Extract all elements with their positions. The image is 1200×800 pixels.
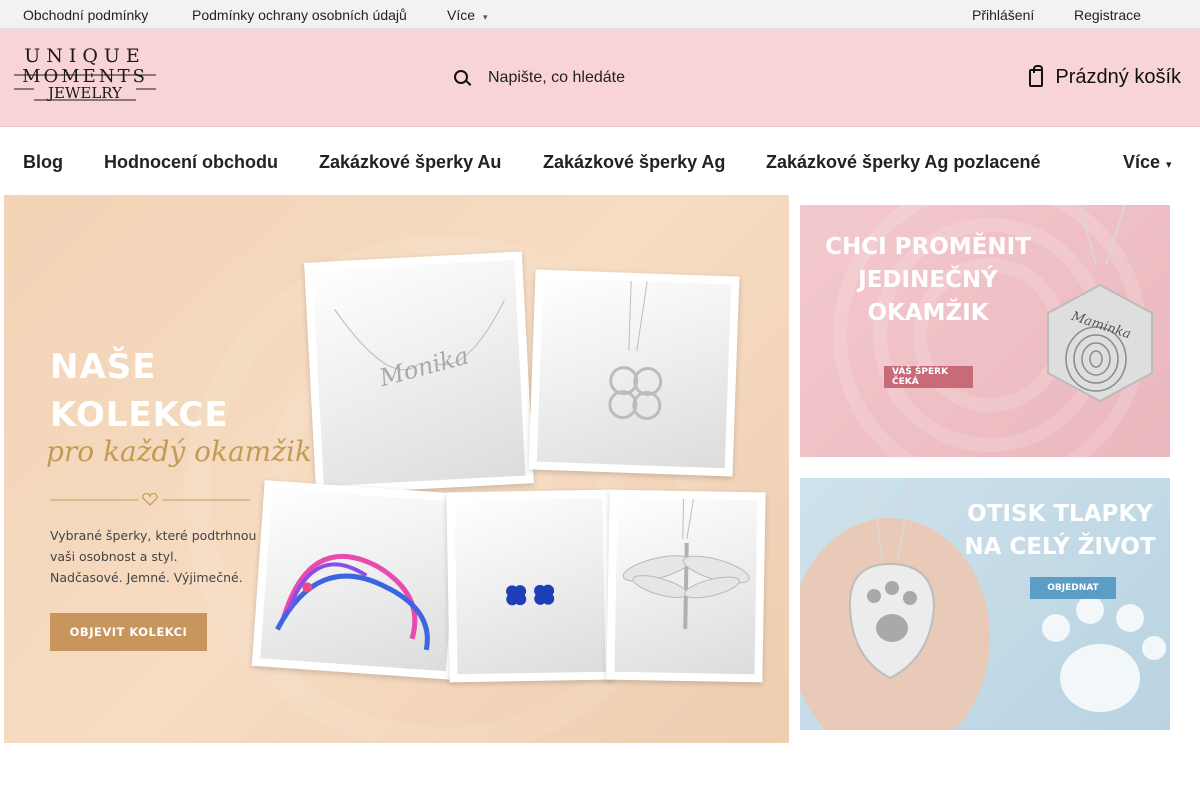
order-button[interactable]: OBJEDNAT [1030, 577, 1116, 599]
nav-item-custom-ag-gold[interactable]: Zakázkové šperky Ag pozlacené [766, 152, 1040, 173]
nav-more-label: Více [1123, 152, 1161, 172]
logo-mark: UNIQUE MOMENTS JEWELRY [14, 45, 156, 102]
your-jewel-awaits-button[interactable]: VÁŠ ŠPERK ČEKÁ [884, 366, 973, 388]
hero-title-line-1: NAŠE [50, 347, 157, 387]
pendant-name-text: Monika [375, 342, 471, 393]
banner1-title-line: CHCI PROMĚNIT [825, 234, 1031, 260]
cart-label: Prázdný košík [1055, 66, 1181, 88]
banner1-title: CHCI PROMĚNIT JEDINEČNÝ OKAMŽIK [818, 231, 1038, 330]
dragonfly-pendant-photo [606, 489, 766, 683]
banner1-title-line: JEDINEČNÝ [858, 267, 998, 293]
nav-item-reviews[interactable]: Hodnocení obchodu [104, 152, 278, 173]
terms-link[interactable]: Obchodní podmínky [23, 7, 148, 23]
paw-print-banner[interactable]: OTISK TLAPKY NA CELÝ ŽIVOT OBJEDNAT [800, 478, 1170, 730]
earrings-photo [446, 489, 614, 683]
banner2-title-line: NA CELÝ ŽIVOT [964, 534, 1156, 560]
chevron-down-icon: ▾ [483, 12, 488, 22]
topbar-more-menu[interactable]: Více ▾ [447, 7, 488, 23]
explore-collection-button[interactable]: OBJEVIT KOLEKCI [50, 613, 207, 651]
nav-more-menu[interactable]: Více ▾ [1123, 152, 1172, 173]
nav-item-custom-au[interactable]: Zakázkové šperky Au [319, 152, 501, 173]
nav-item-blog[interactable]: Blog [23, 152, 63, 173]
search-icon[interactable] [452, 68, 472, 88]
banner1-title-line: OKAMŽIK [867, 300, 989, 326]
top-bar: Obchodní podmínky Podmínky ochrany osobn… [0, 0, 1200, 29]
main-nav: Blog Hodnocení obchodu Zakázkové šperky … [0, 127, 1200, 195]
banner2-title-line: OTISK TLAPKY [967, 501, 1153, 527]
nav-item-custom-ag[interactable]: Zakázkové šperky Ag [543, 152, 725, 173]
logo-line-1: UNIQUE [24, 45, 146, 67]
search-input[interactable] [488, 69, 788, 87]
cart-button[interactable]: Prázdný košík [1029, 64, 1181, 89]
hero-banner[interactable]: NAŠE KOLEKCE pro každý okamžik Vybrané š… [4, 195, 789, 743]
shopping-bag-icon [1029, 64, 1044, 87]
header: UNIQUE MOMENTS JEWELRY Prázdný košík [0, 29, 1200, 127]
heart-divider-icon [50, 493, 250, 506]
chevron-down-icon: ▾ [1166, 159, 1172, 171]
privacy-link[interactable]: Podmínky ochrany osobních údajů [192, 7, 407, 23]
clover-pendant-photo [528, 269, 740, 477]
bracelet-photo [251, 480, 467, 680]
name-necklace-photo: Monika [304, 251, 534, 495]
topbar-more-label: Více [447, 7, 476, 23]
logo[interactable]: UNIQUE MOMENTS JEWELRY [14, 45, 156, 103]
search-bar [452, 63, 812, 93]
hero-subtitle: pro každý okamžik [46, 435, 312, 468]
register-link[interactable]: Registrace [1074, 7, 1141, 23]
logo-line-3: JEWELRY [46, 84, 123, 102]
hero-title-line-2: KOLEKCE [50, 395, 229, 435]
fingerprint-jewelry-banner[interactable]: Maminka CHCI PROMĚNIT JEDINEČNÝ OKAMŽIK … [800, 205, 1170, 457]
hero-title: NAŠE KOLEKCE [50, 343, 229, 439]
banner2-title: OTISK TLAPKY NA CELÝ ŽIVOT [950, 498, 1170, 564]
login-link[interactable]: Přihlášení [972, 7, 1034, 23]
